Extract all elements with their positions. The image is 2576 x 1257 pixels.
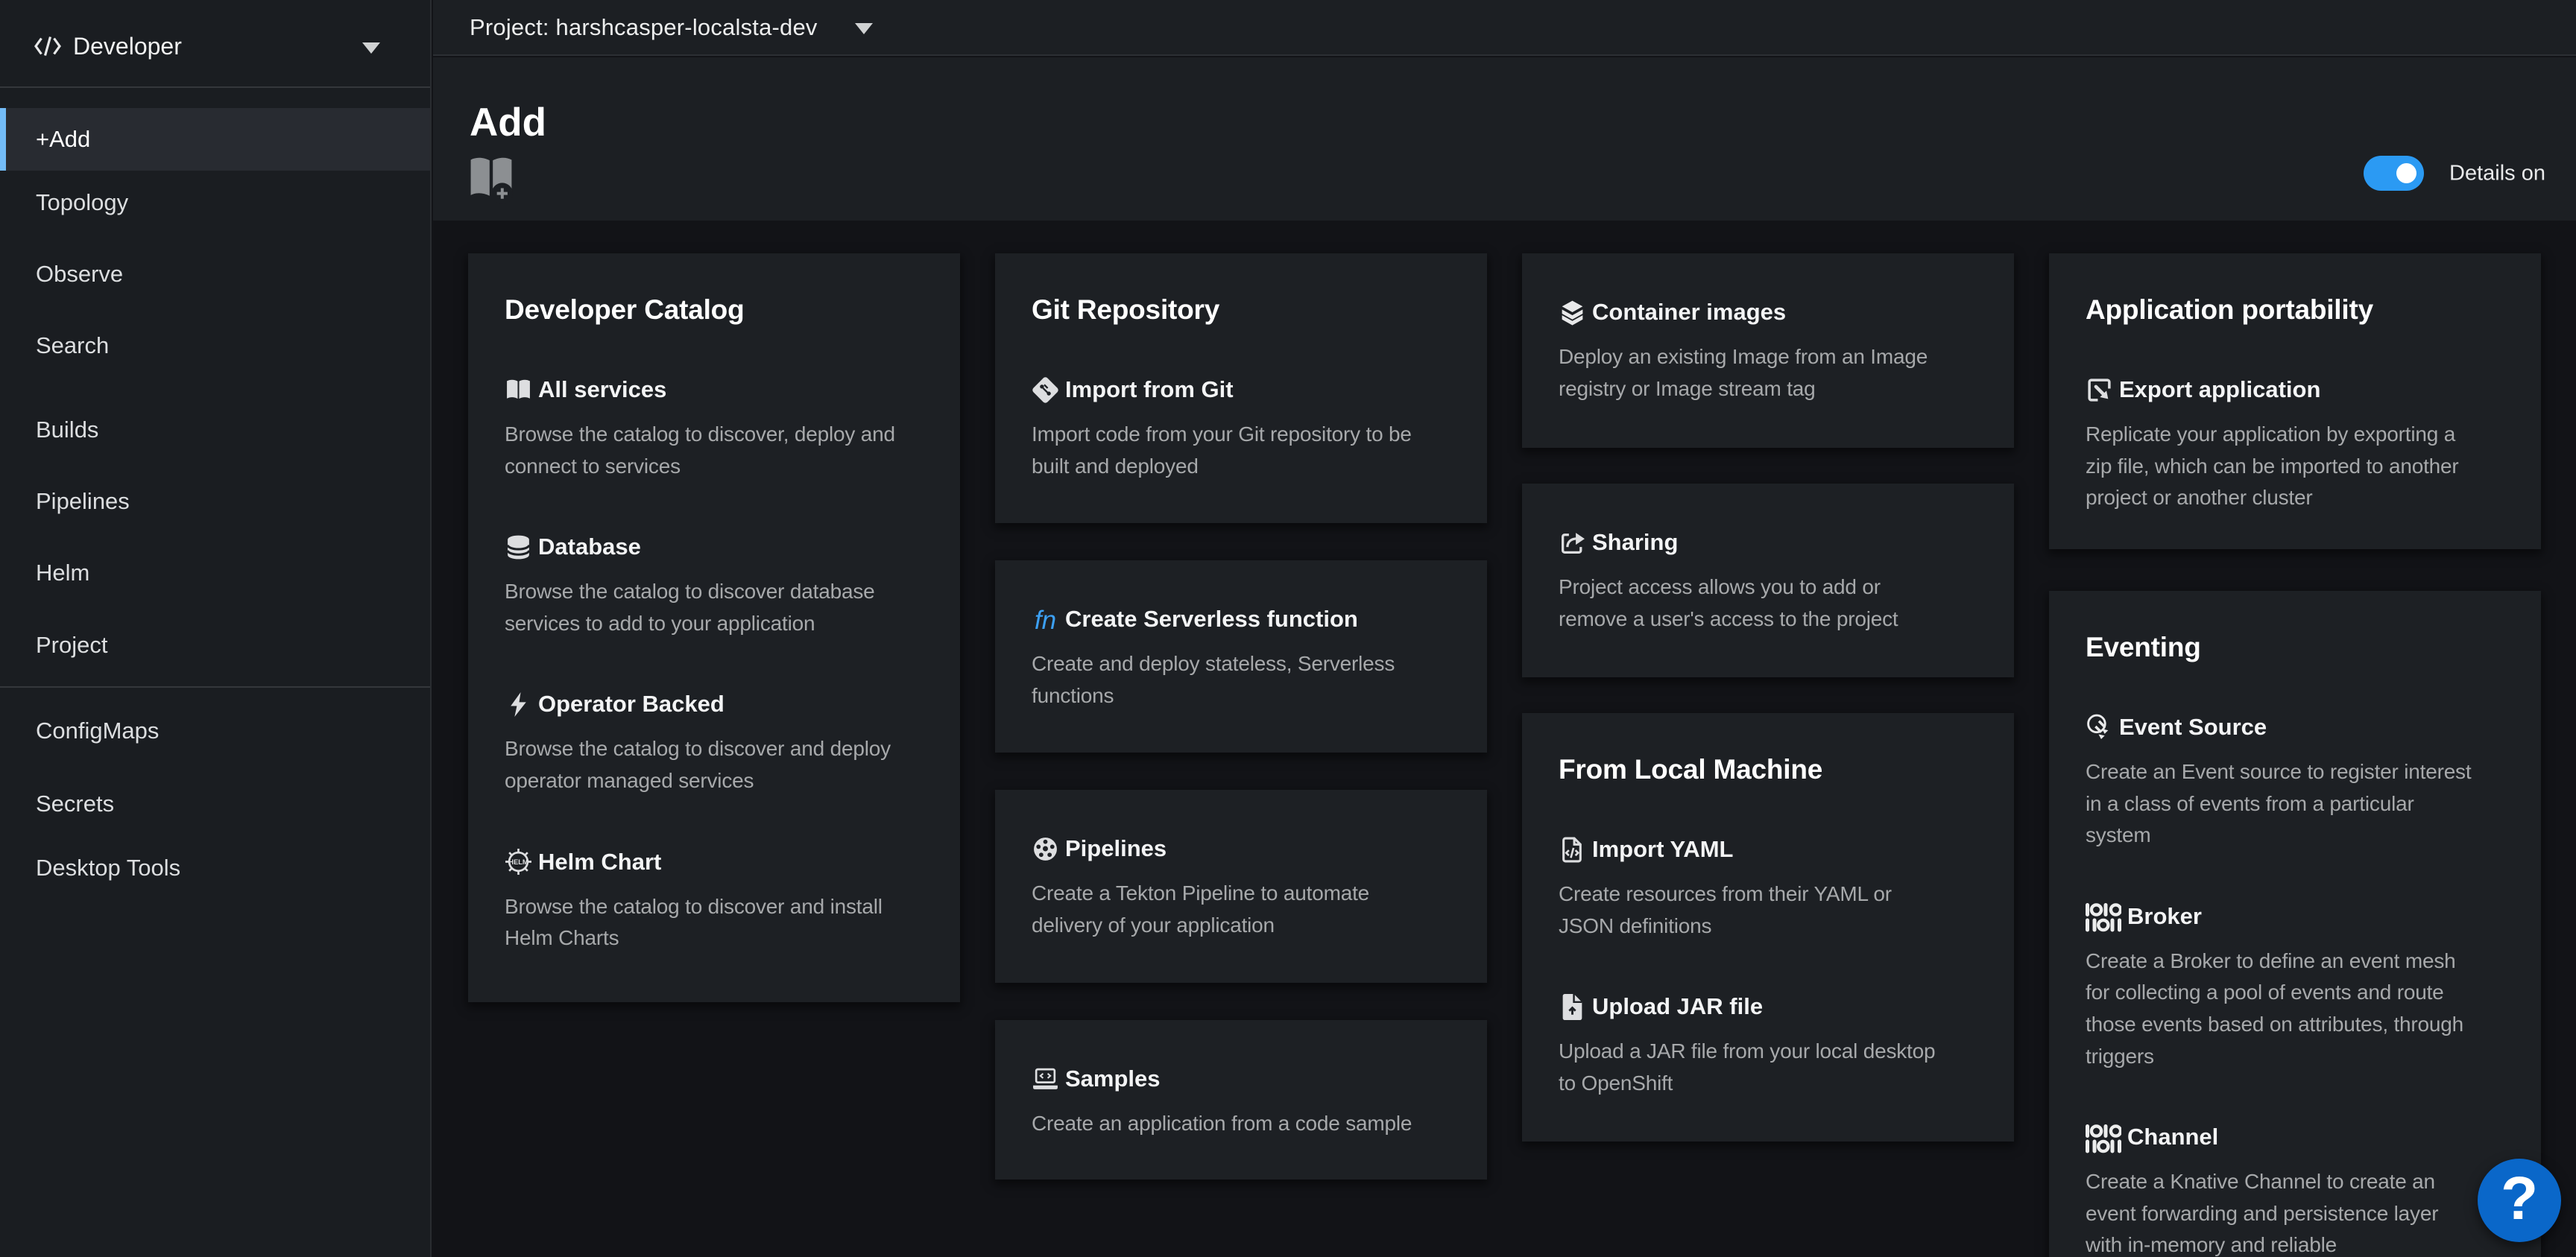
svg-text:HELM: HELM [508, 858, 528, 866]
